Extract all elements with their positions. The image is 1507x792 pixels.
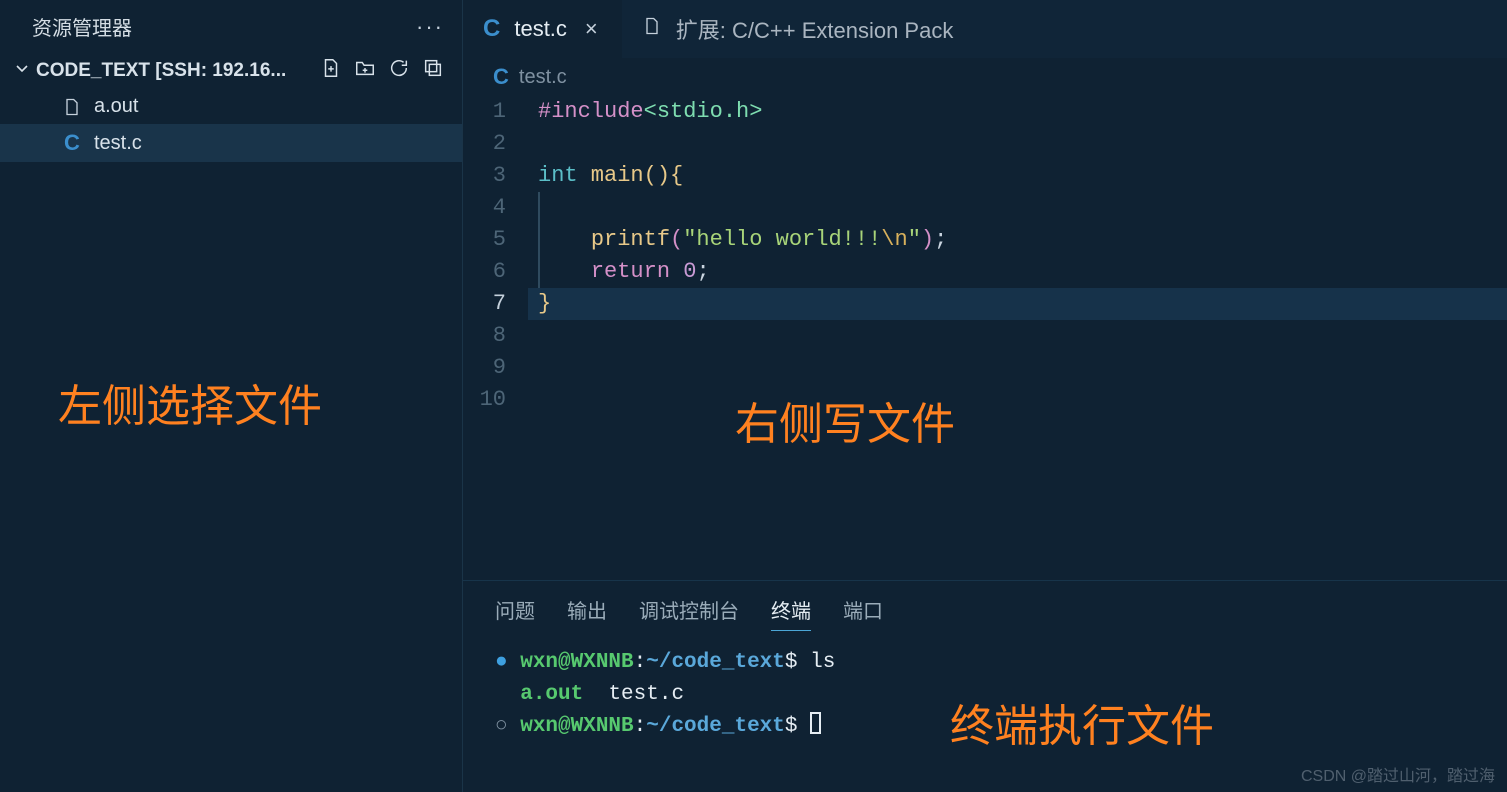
c-file-icon: C: [60, 130, 84, 156]
file-icon: [60, 97, 84, 117]
panel-tab-debug[interactable]: 调试控制台: [639, 595, 739, 631]
c-file-icon: C: [493, 64, 509, 90]
code-editor[interactable]: 1 2 3 4 5 6 7 8 9 10 #include<stdio.h> i…: [463, 96, 1507, 580]
new-file-icon[interactable]: [320, 57, 342, 85]
tab-label: 扩展: C/C++ Extension Pack: [676, 13, 954, 45]
line-gutter: 1 2 3 4 5 6 7 8 9 10: [463, 96, 528, 580]
panel-tab-problems[interactable]: 问题: [495, 595, 535, 631]
file-icon: [642, 16, 662, 42]
main-area: C test.c × 扩展: C/C++ Extension Pack C te…: [463, 0, 1507, 792]
tab-testc[interactable]: C test.c ×: [463, 0, 622, 58]
code-content[interactable]: #include<stdio.h> int main(){ printf("he…: [528, 96, 1507, 580]
collapse-icon[interactable]: [422, 57, 444, 85]
cursor: [810, 712, 821, 734]
breadcrumb[interactable]: C test.c: [463, 58, 1507, 96]
panel-tab-output[interactable]: 输出: [567, 595, 607, 631]
tab-label: test.c: [514, 16, 567, 42]
close-icon[interactable]: ×: [581, 16, 602, 42]
terminal[interactable]: ● wxn@WXNNB:~/code_text$ ls a.out test.c…: [463, 641, 1507, 792]
explorer-sidebar: 资源管理器 ··· CODE_TEXT [SSH: 192.16... a.ou…: [0, 0, 463, 792]
folder-label: CODE_TEXT [SSH: 192.16...: [36, 60, 320, 82]
panel-tabs: 问题 输出 调试控制台 终端 端口: [463, 581, 1507, 641]
editor-tabs: C test.c × 扩展: C/C++ Extension Pack: [463, 0, 1507, 58]
panel-tab-terminal[interactable]: 终端: [771, 595, 811, 631]
tab-extension[interactable]: 扩展: C/C++ Extension Pack: [622, 0, 974, 58]
folder-header[interactable]: CODE_TEXT [SSH: 192.16...: [0, 53, 462, 89]
refresh-icon[interactable]: [388, 57, 410, 85]
file-name: test.c: [94, 132, 142, 155]
c-file-icon: C: [483, 15, 500, 43]
explorer-header: 资源管理器 ···: [0, 0, 462, 53]
panel-tab-ports[interactable]: 端口: [843, 595, 883, 631]
more-icon[interactable]: ···: [416, 14, 444, 40]
bottom-panel: 问题 输出 调试控制台 终端 端口 ● wxn@WXNNB:~/code_tex…: [463, 580, 1507, 792]
file-name: a.out: [94, 95, 138, 118]
chevron-down-icon: [14, 60, 30, 82]
file-item-aout[interactable]: a.out: [0, 89, 462, 124]
file-item-testc[interactable]: C test.c: [0, 124, 462, 162]
explorer-title: 资源管理器: [32, 12, 416, 41]
new-folder-icon[interactable]: [354, 57, 376, 85]
breadcrumb-file: test.c: [519, 66, 567, 89]
